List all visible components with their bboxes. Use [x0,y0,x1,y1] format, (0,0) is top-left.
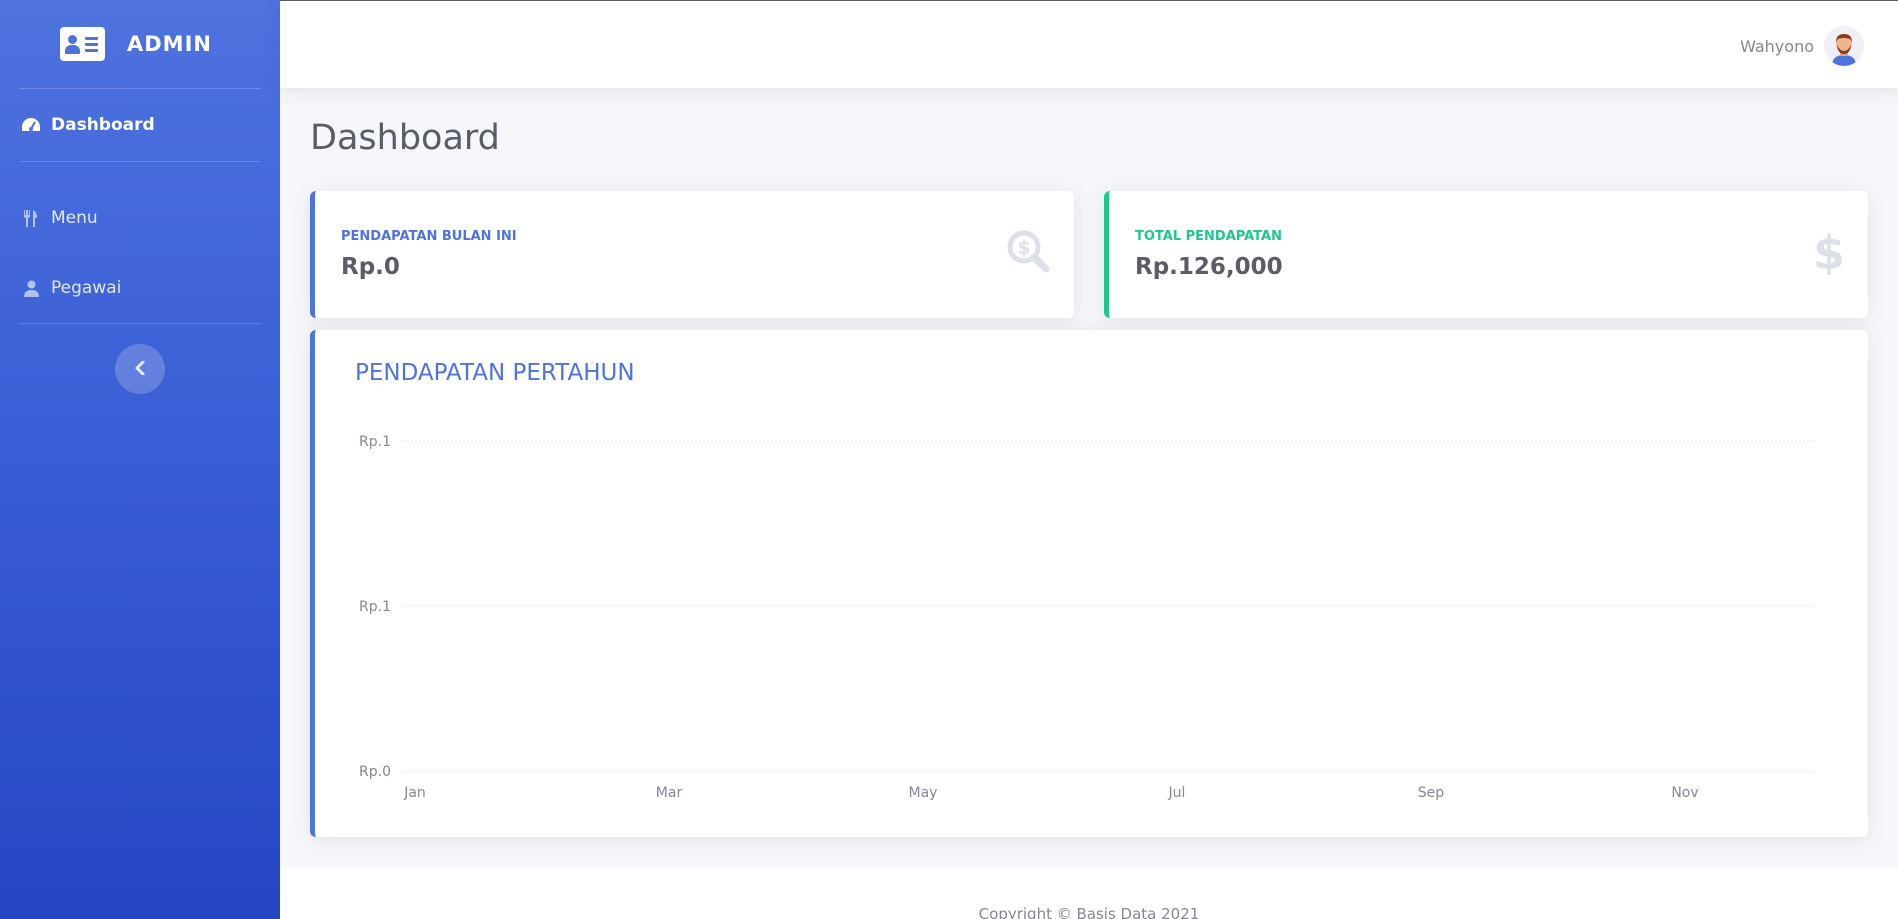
stat-card-monthly-income: PENDAPATAN BULAN INI Rp.0 $ [310,191,1074,318]
sidebar-toggle-button[interactable] [115,344,165,394]
sidebar-item-dashboard[interactable]: Dashboard [0,89,280,161]
id-card-icon [60,27,105,61]
y-tick-label: Rp.0 [359,764,391,780]
stat-label: PENDAPATAN BULAN INI [341,229,517,244]
stat-card-total-income: TOTAL PENDAPATAN Rp.126,000 $ [1104,191,1868,318]
page-title: Dashboard [310,118,500,158]
user-name: Wahyono [1740,36,1814,56]
dollar-icon: $ [1813,226,1845,280]
stat-value: Rp.126,000 [1135,254,1283,280]
sidebar: ADMIN Dashboard Menu Pegawai [0,0,280,919]
stat-value: Rp.0 [341,254,400,280]
x-tick-label: Jan [403,785,426,801]
x-tick-label: Mar [656,785,683,801]
x-tick-label: Jul [1168,785,1186,801]
topbar: Wahyono [280,0,1898,88]
x-tick-label: Nov [1671,785,1698,801]
avatar[interactable] [1824,26,1864,66]
brand-title: ADMIN [127,32,212,56]
stat-label: TOTAL PENDAPATAN [1135,229,1282,244]
x-tick-label: May [909,785,938,801]
utensils-icon [20,209,42,227]
user-icon [20,280,42,297]
x-tick-label: Sep [1418,785,1445,801]
sidebar-item-label: Menu [51,208,98,228]
sidebar-item-pegawai[interactable]: Pegawai [0,253,280,323]
svg-text:$: $ [1814,229,1844,275]
tachometer-icon [20,117,42,133]
sidebar-item-menu[interactable]: Menu [0,183,280,253]
user-dropdown[interactable]: Wahyono [1740,26,1864,66]
footer: Copyright © Basis Data 2021 [280,868,1898,919]
search-dollar-icon: $ [1006,229,1050,277]
svg-text:$: $ [1017,237,1030,259]
y-tick-label: Rp.1 [359,434,391,450]
sidebar-item-label: Dashboard [51,115,155,135]
sidebar-brand[interactable]: ADMIN [0,0,280,88]
sidebar-item-label: Pegawai [51,278,122,298]
yearly-income-chart: Rp.1 Rp.1 Rp.0 Jan Mar May Jul Sep Nov [359,434,1815,801]
footer-copyright: Copyright © Basis Data 2021 [978,905,1200,919]
sidebar-divider [20,323,260,324]
chevron-left-icon [135,360,145,379]
chart-card-yearly-income: PENDAPATAN PERTAHUN Rp.1 Rp.1 Rp.0 Jan Mar Ma… [310,330,1868,837]
y-tick-label: Rp.1 [359,599,391,615]
